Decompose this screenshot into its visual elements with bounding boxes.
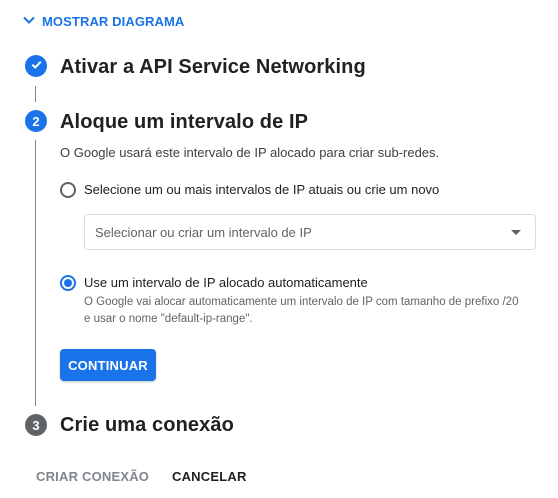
continue-button[interactable]: CONTINUAR <box>60 349 156 381</box>
chevron-down-icon <box>22 13 36 30</box>
show-diagram-label: MOSTRAR DIAGRAMA <box>42 14 185 29</box>
radio-auto-allocate-range[interactable] <box>60 275 76 291</box>
show-diagram-toggle[interactable]: MOSTRAR DIAGRAMA <box>22 13 184 30</box>
check-icon <box>30 58 43 74</box>
dropdown-arrow-icon <box>511 230 521 235</box>
step-connector-line <box>35 140 36 406</box>
create-connection-panel: MOSTRAR DIAGRAMA Ativar a API Service Ne… <box>0 0 558 498</box>
step-1-title[interactable]: Ativar a API Service Networking <box>60 56 366 79</box>
step-2-marker: 2 <box>25 110 47 132</box>
ip-range-select-placeholder: Selecionar ou criar um intervalo de IP <box>95 224 312 240</box>
step-3-marker: 3 <box>25 414 47 436</box>
step-2-title[interactable]: Aloque um intervalo de IP <box>60 111 308 134</box>
cancel-button[interactable]: CANCELAR <box>172 469 247 484</box>
step-completed-marker <box>25 55 47 77</box>
radio-select-existing-range[interactable] <box>60 182 76 198</box>
radio-select-existing-range-label[interactable]: Selecione um ou mais intervalos de IP at… <box>84 182 439 197</box>
auto-allocate-help-text: O Google vai alocar automaticamente um i… <box>84 296 519 325</box>
radio-auto-allocate-range-label[interactable]: Use um intervalo de IP alocado automatic… <box>84 275 368 290</box>
step-3-title[interactable]: Crie uma conexão <box>60 414 234 437</box>
step-2-description: O Google usará este intervalo de IP aloc… <box>60 145 440 160</box>
create-connection-button[interactable]: CRIAR CONEXÃO <box>36 469 149 484</box>
ip-range-select[interactable]: Selecionar ou criar um intervalo de IP <box>84 214 536 250</box>
step-connector-line <box>35 86 36 102</box>
